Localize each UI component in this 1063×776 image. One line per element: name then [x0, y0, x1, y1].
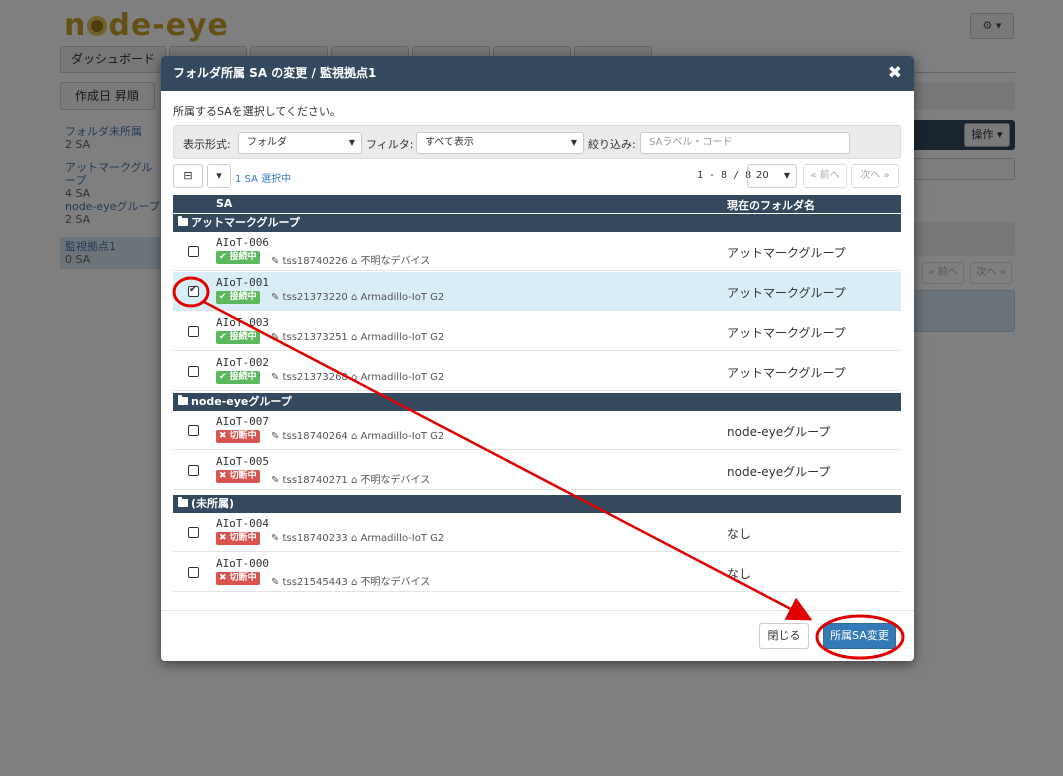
- caret-down-icon: ▼: [783, 171, 790, 180]
- table-row[interactable]: AIoT-004 ✖ 切断中 ✎ tss18740233 ⌂ Armadillo…: [173, 513, 901, 552]
- close-button[interactable]: 閉じる: [759, 623, 809, 649]
- next-page-button[interactable]: 次へ »: [851, 164, 899, 188]
- current-folder: なし: [727, 567, 752, 581]
- row-checkbox[interactable]: [188, 425, 199, 436]
- sa-name: AIoT-003: [216, 316, 269, 329]
- sa-name: AIoT-000: [216, 557, 269, 570]
- change-folder-submit-button[interactable]: 所属SA変更: [823, 623, 896, 649]
- row-checkbox[interactable]: [188, 246, 199, 257]
- status-badge: ✖ 切断中: [216, 430, 260, 443]
- current-folder: アットマークグループ: [727, 246, 846, 260]
- sa-meta: ✎ tss21373268 ⌂ Armadillo-IoT G2: [271, 372, 445, 383]
- display-select[interactable]: フォルダ ▼: [238, 132, 362, 154]
- sa-name: AIoT-004: [216, 517, 269, 530]
- row-checkbox[interactable]: [188, 465, 199, 476]
- table-row[interactable]: AIoT-005 ✖ 切断中 ✎ tss18740271 ⌂ 不明なデバイス n…: [173, 451, 901, 490]
- group-header-node-eye: node-eyeグループ: [173, 393, 901, 411]
- status-badge: ✔ 接続中: [216, 371, 260, 384]
- collapse-all-button[interactable]: ⊟: [173, 164, 203, 188]
- current-folder: node-eyeグループ: [727, 425, 831, 439]
- table-row[interactable]: AIoT-003 ✔ 接続中 ✎ tss21373251 ⌂ Armadillo…: [173, 312, 901, 351]
- folder-icon: [178, 216, 188, 226]
- group-header-atmark: アットマークグループ: [173, 214, 901, 232]
- row-checkbox[interactable]: [188, 527, 199, 538]
- caret-down-icon: ▼: [570, 138, 577, 147]
- sa-meta: ✎ tss18740233 ⌂ Armadillo-IoT G2: [271, 533, 445, 544]
- page-size-select[interactable]: 20 ▼: [747, 164, 797, 188]
- status-badge: ✖ 切断中: [216, 532, 260, 545]
- sa-meta: ✎ tss18740271 ⌂ 不明なデバイス: [271, 475, 431, 486]
- sa-meta: ✎ tss21545443 ⌂ 不明なデバイス: [271, 577, 431, 588]
- search-input[interactable]: SAラベル・コード: [640, 132, 850, 154]
- selected-count: 1 SA 選択中: [235, 174, 292, 185]
- status-badge: ✖ 切断中: [216, 572, 260, 585]
- status-badge: ✔ 接続中: [216, 251, 260, 264]
- current-folder: アットマークグループ: [727, 286, 846, 300]
- current-folder: node-eyeグループ: [727, 465, 831, 479]
- sa-meta: ✎ tss18740226 ⌂ 不明なデバイス: [271, 256, 431, 267]
- close-icon[interactable]: ✖: [888, 56, 902, 91]
- column-sa[interactable]: SA: [216, 197, 232, 210]
- status-badge: ✔ 接続中: [216, 331, 260, 344]
- display-label: 表示形式:: [183, 138, 231, 151]
- sa-meta: ✎ tss18740264 ⌂ Armadillo-IoT G2: [271, 431, 445, 442]
- current-folder: なし: [727, 527, 752, 541]
- search-label: 絞り込み:: [588, 138, 636, 151]
- select-menu-button[interactable]: ▾: [207, 164, 231, 188]
- table-row[interactable]: AIoT-000 ✖ 切断中 ✎ tss21545443 ⌂ 不明なデバイス な…: [173, 553, 901, 592]
- prev-page-button[interactable]: « 前へ: [803, 164, 847, 188]
- row-checkbox-checked[interactable]: [188, 284, 199, 297]
- table-row[interactable]: AIoT-002 ✔ 接続中 ✎ tss21373268 ⌂ Armadillo…: [173, 352, 901, 391]
- folder-icon: [178, 395, 188, 405]
- instruction-text: 所属するSAを選択してください。: [173, 105, 342, 118]
- current-folder: アットマークグループ: [727, 326, 846, 340]
- sa-meta: ✎ tss21373220 ⌂ Armadillo-IoT G2: [271, 292, 445, 303]
- caret-down-icon: ▼: [348, 138, 355, 147]
- filter-bar: 表示形式: フォルダ ▼ フィルタ: すべて表示 ▼ 絞り込み: SAラベル・コード: [173, 125, 901, 159]
- filter-label: フィルタ:: [366, 138, 414, 151]
- group-header-unassigned: (未所属): [173, 495, 901, 513]
- sa-name: AIoT-001: [216, 276, 269, 289]
- modal-header: フォルダ所属 SA の変更 / 監視拠点1 ✖: [161, 56, 914, 91]
- current-folder: アットマークグループ: [727, 366, 846, 380]
- status-badge: ✖ 切断中: [216, 470, 260, 483]
- table-row[interactable]: AIoT-007 ✖ 切断中 ✎ tss18740264 ⌂ Armadillo…: [173, 411, 901, 450]
- sa-name: AIoT-005: [216, 455, 269, 468]
- sa-name: AIoT-002: [216, 356, 269, 369]
- modal-footer: 閉じる 所属SA変更: [161, 610, 914, 661]
- modal-title: フォルダ所属 SA の変更 / 監視拠点1: [173, 66, 377, 80]
- row-checkbox[interactable]: [188, 366, 199, 377]
- pager-range: 1 - 8 / 8: [697, 170, 752, 181]
- column-folder[interactable]: 現在のフォルダ名: [727, 197, 815, 213]
- sa-name: AIoT-006: [216, 236, 269, 249]
- row-checkbox[interactable]: [188, 326, 199, 337]
- filter-select[interactable]: すべて表示 ▼: [416, 132, 584, 154]
- table-header: SA 現在のフォルダ名: [173, 195, 901, 213]
- status-badge: ✔ 接続中: [216, 291, 260, 304]
- row-checkbox[interactable]: [188, 567, 199, 578]
- sa-meta: ✎ tss21373251 ⌂ Armadillo-IoT G2: [271, 332, 445, 343]
- table-row-selected[interactable]: AIoT-001 ✔ 接続中 ✎ tss21373220 ⌂ Armadillo…: [173, 272, 901, 311]
- folder-icon: [178, 497, 188, 507]
- change-folder-modal: フォルダ所属 SA の変更 / 監視拠点1 ✖ 所属するSAを選択してください。…: [161, 56, 914, 661]
- table-row[interactable]: AIoT-006 ✔ 接続中 ✎ tss18740226 ⌂ 不明なデバイス ア…: [173, 232, 901, 271]
- sa-name: AIoT-007: [216, 415, 269, 428]
